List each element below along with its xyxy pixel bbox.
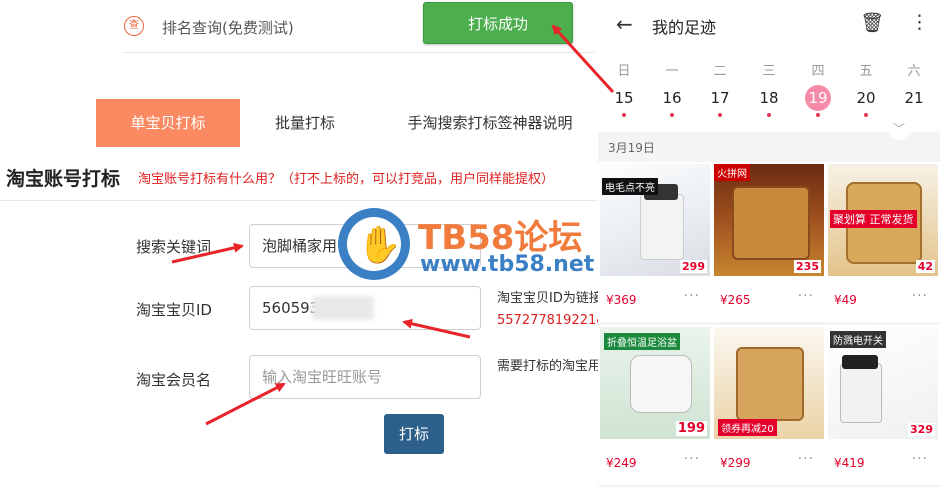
annotation-arrows [171, 24, 615, 426]
arrow-to-keyword [171, 242, 244, 264]
arrow-to-success [551, 24, 615, 94]
arrow-to-item-id [402, 318, 471, 339]
arrow-to-member [205, 382, 286, 426]
